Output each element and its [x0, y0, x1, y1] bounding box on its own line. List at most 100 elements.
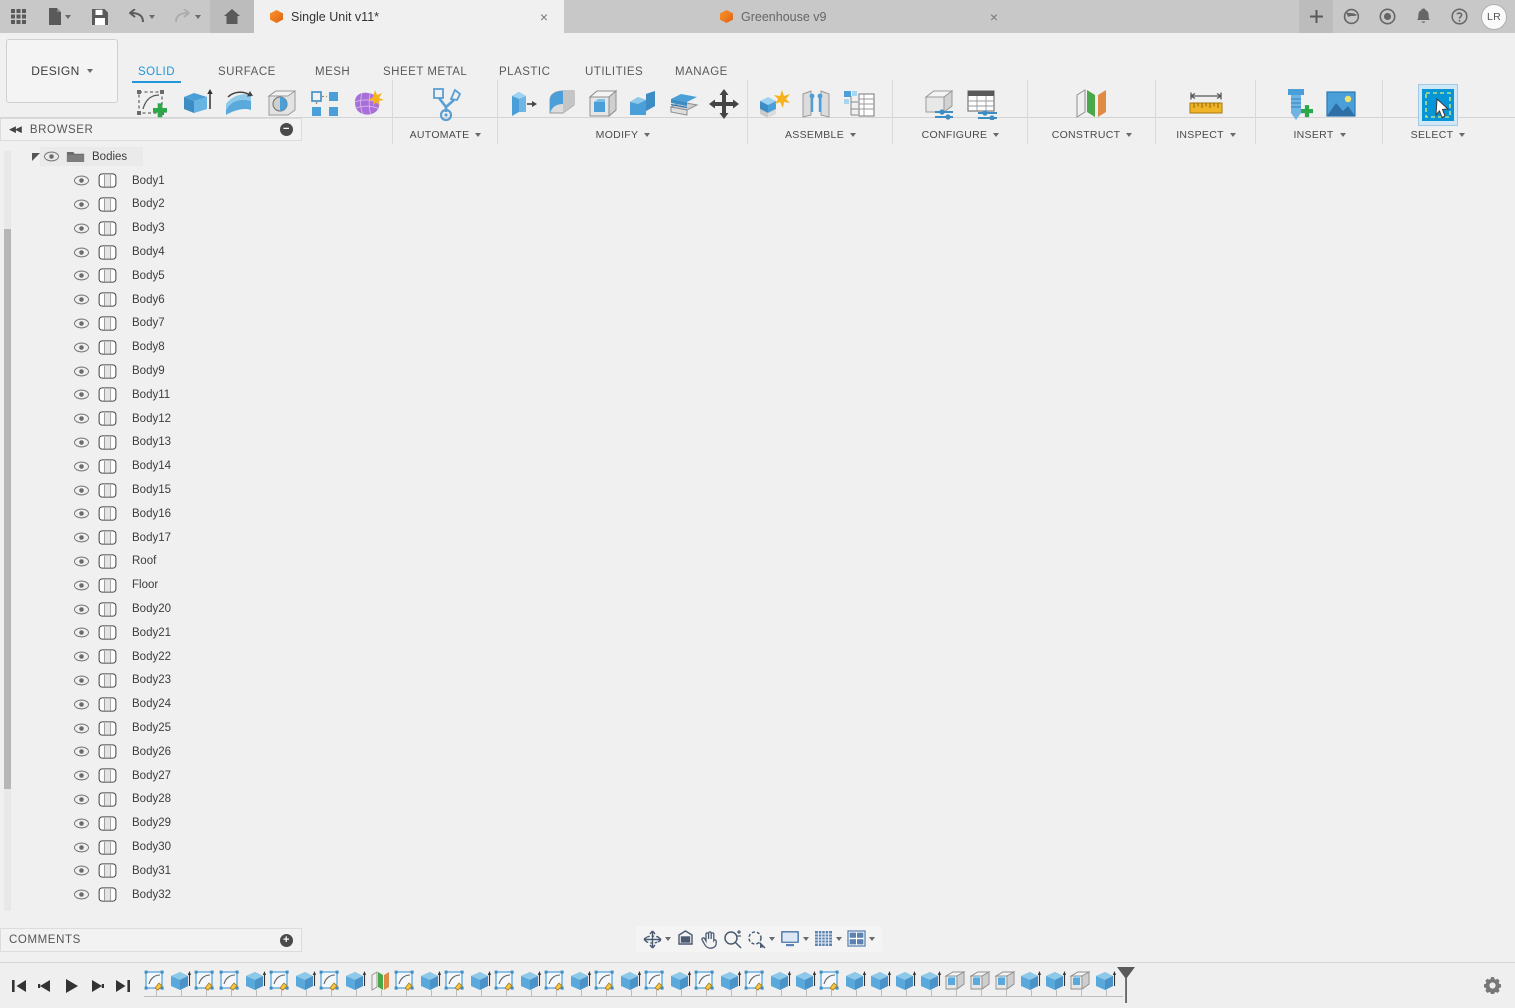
timeline-feature-plane-9[interactable]	[367, 968, 392, 994]
ribbon-tab-utilities[interactable]: UTILITIES	[585, 66, 643, 78]
timeline-feature-extrude-26[interactable]	[792, 968, 817, 994]
browser-item-body20[interactable]: Body20	[0, 597, 302, 621]
chevron-down-icon[interactable]	[475, 133, 482, 137]
close-icon[interactable]: ×	[538, 10, 550, 24]
ribbon-tab-plastic[interactable]: PLASTIC	[499, 66, 550, 78]
play-icon[interactable]	[58, 971, 84, 1001]
timeline-feature-extrude-28[interactable]	[842, 968, 867, 994]
circle-plus-icon[interactable]: +	[280, 933, 293, 947]
timeline-feature-extrude-6[interactable]	[292, 968, 317, 994]
browser-item-body12[interactable]: Body12	[0, 407, 302, 431]
timeline-feature-extrude-35[interactable]	[1017, 968, 1042, 994]
browser-item-body25[interactable]: Body25	[0, 716, 302, 740]
look-at-icon[interactable]	[674, 928, 697, 950]
browser-item-roof[interactable]: Roof	[0, 550, 302, 574]
timeline-feature-extrude-30[interactable]	[892, 968, 917, 994]
step-back-icon[interactable]	[32, 971, 58, 1001]
chevron-down-icon[interactable]	[850, 133, 856, 137]
document-tab-0[interactable]: Single Unit v11* ×	[254, 0, 564, 33]
timeline-feature-sketch-18[interactable]	[592, 968, 617, 994]
chevron-down-icon[interactable]	[803, 937, 809, 941]
browser-item-body21[interactable]: Body21	[0, 621, 302, 645]
timeline-feature-sketch-12[interactable]	[442, 968, 467, 994]
visibility-toggle-icon[interactable]	[74, 508, 89, 519]
browser-item-body15[interactable]: Body15	[0, 478, 302, 502]
ribbon-tab-surface[interactable]: SURFACE	[218, 66, 276, 78]
timeline-feature-extrude-36[interactable]	[1042, 968, 1067, 994]
insert-mcmaster-icon[interactable]	[1277, 82, 1319, 126]
visibility-toggle-icon[interactable]	[74, 342, 89, 353]
visibility-toggle-icon[interactable]	[74, 675, 89, 686]
chevron-down-icon[interactable]	[993, 133, 1000, 137]
browser-item-body5[interactable]: Body5	[0, 264, 302, 288]
visibility-toggle-icon[interactable]	[74, 699, 89, 710]
ribbon-tab-mesh[interactable]: MESH	[315, 66, 350, 78]
press-pull-icon[interactable]	[502, 82, 542, 126]
help-icon[interactable]	[1441, 0, 1477, 33]
chevron-down-icon[interactable]	[1339, 133, 1346, 137]
extension-icon[interactable]	[1333, 0, 1369, 33]
timeline-feature-extrude-15[interactable]	[517, 968, 542, 994]
notifications-bell-icon[interactable]	[1405, 0, 1441, 33]
timeline-feature-shell-34[interactable]	[992, 968, 1017, 994]
visibility-toggle-icon[interactable]	[74, 532, 89, 543]
visibility-toggle-icon[interactable]	[74, 580, 89, 591]
chevron-down-icon[interactable]	[769, 937, 775, 941]
browser-item-body1[interactable]: Body1	[0, 169, 302, 193]
browser-item-body31[interactable]: Body31	[0, 859, 302, 883]
browser-item-body26[interactable]: Body26	[0, 740, 302, 764]
timeline-feature-shell-33[interactable]	[967, 968, 992, 994]
timeline-feature-extrude-13[interactable]	[467, 968, 492, 994]
app-grid-icon[interactable]	[0, 0, 36, 33]
chevron-down-icon[interactable]	[644, 133, 651, 137]
visibility-toggle-icon[interactable]	[74, 842, 89, 853]
insert-image-icon[interactable]	[1320, 82, 1362, 126]
browser-item-body28[interactable]: Body28	[0, 788, 302, 812]
timeline-feature-sketch-24[interactable]	[742, 968, 767, 994]
display-settings-icon[interactable]	[778, 928, 811, 950]
browser-item-body23[interactable]: Body23	[0, 669, 302, 693]
timeline-feature-extrude-31[interactable]	[917, 968, 942, 994]
expand-triangle-icon[interactable]	[32, 152, 40, 161]
visibility-toggle-icon[interactable]	[74, 461, 89, 472]
visibility-toggle-icon[interactable]	[74, 627, 89, 638]
browser-item-body29[interactable]: Body29	[0, 811, 302, 835]
visibility-toggle-icon[interactable]	[74, 270, 89, 281]
timeline-feature-sketch-7[interactable]	[317, 968, 342, 994]
step-forward-icon[interactable]	[84, 971, 110, 1001]
timeline-marker[interactable]	[1115, 966, 1137, 1006]
orbit-icon[interactable]	[641, 928, 673, 951]
timeline-feature-extrude-17[interactable]	[567, 968, 592, 994]
browser-header[interactable]: ◀◀ BROWSER −	[0, 118, 302, 141]
pan-icon[interactable]	[698, 928, 720, 951]
offset-plane-icon[interactable]	[1063, 82, 1121, 126]
timeline-feature-extrude-21[interactable]	[667, 968, 692, 994]
visibility-toggle-icon[interactable]	[74, 746, 89, 757]
browser-item-body32[interactable]: Body32	[0, 883, 302, 907]
collapse-left-icon[interactable]: ◀◀	[9, 124, 22, 135]
home-icon[interactable]	[210, 0, 254, 33]
pattern-icon[interactable]	[304, 82, 346, 126]
visibility-toggle-icon[interactable]	[74, 604, 89, 615]
close-icon[interactable]: ×	[988, 10, 1000, 24]
visibility-toggle-icon[interactable]	[74, 389, 89, 400]
new-file-icon[interactable]	[36, 0, 82, 33]
timeline-feature-sketch-3[interactable]	[217, 968, 242, 994]
ribbon-tab-sheet-metal[interactable]: SHEET METAL	[383, 66, 467, 78]
move-copy-icon[interactable]	[705, 82, 745, 126]
undo-icon[interactable]	[118, 0, 164, 33]
user-avatar[interactable]: LR	[1481, 3, 1507, 30]
comments-panel-header[interactable]: COMMENTS +	[0, 928, 302, 952]
visibility-toggle-icon[interactable]	[74, 247, 89, 258]
browser-item-body16[interactable]: Body16	[0, 502, 302, 526]
save-icon[interactable]	[82, 0, 118, 33]
timeline-feature-extrude-11[interactable]	[417, 968, 442, 994]
browser-item-body9[interactable]: Body9	[0, 359, 302, 383]
timeline-feature-sketch-2[interactable]	[192, 968, 217, 994]
redo-icon[interactable]	[164, 0, 210, 33]
timeline-feature-sketch-16[interactable]	[542, 968, 567, 994]
chevron-down-icon[interactable]	[1229, 133, 1236, 137]
timeline-feature-extrude-4[interactable]	[242, 968, 267, 994]
joint-icon[interactable]	[795, 82, 837, 126]
browser-item-body7[interactable]: Body7	[0, 312, 302, 336]
